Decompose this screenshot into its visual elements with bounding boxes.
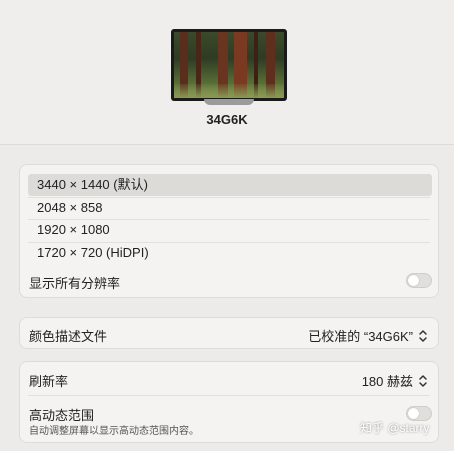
toggle-knob — [408, 408, 419, 419]
display-name: 34G6K — [206, 112, 248, 127]
resolution-option-1720x720[interactable]: 1720 × 720 (HiDPI) — [28, 242, 432, 264]
divider — [28, 395, 430, 396]
up-down-chevron-icon — [418, 329, 428, 343]
color-profile-value: 已校准的 “34G6K” — [308, 329, 413, 344]
show-all-resolutions-toggle[interactable] — [406, 273, 432, 288]
forest-wallpaper-image — [174, 32, 284, 98]
refresh-rate-value: 180 赫兹 — [361, 374, 413, 389]
resolution-option-3440x1440[interactable]: 3440 × 1440 (默认) — [28, 174, 432, 196]
color-profile-card: 颜色描述文件 已校准的 “34G6K” — [19, 317, 439, 349]
color-profile-label: 颜色描述文件 — [29, 329, 108, 344]
hdr-description: 自动调整屏幕以显示高动态范围内容。 — [29, 426, 199, 437]
refresh-rate-label: 刷新率 — [29, 374, 69, 389]
resolution-option-1920x1080[interactable]: 1920 × 1080 — [28, 219, 432, 241]
watermark-text: 知乎 @starry — [360, 421, 430, 435]
color-profile-popup[interactable]: 已校准的 “34G6K” — [308, 326, 428, 345]
display-thumbnail[interactable] — [171, 29, 287, 101]
monitor-stand — [204, 99, 254, 105]
resolution-option-2048x858[interactable]: 2048 × 858 — [28, 197, 432, 219]
display-header: 34G6K — [0, 0, 454, 145]
resolution-card: 3440 × 1440 (默认) 2048 × 858 1920 × 1080 … — [19, 164, 439, 298]
toggle-knob — [408, 275, 419, 286]
refresh-rate-popup[interactable]: 180 赫兹 — [362, 371, 428, 390]
show-all-resolutions-label: 显示所有分辨率 — [29, 276, 121, 291]
up-down-chevron-icon — [418, 374, 428, 388]
